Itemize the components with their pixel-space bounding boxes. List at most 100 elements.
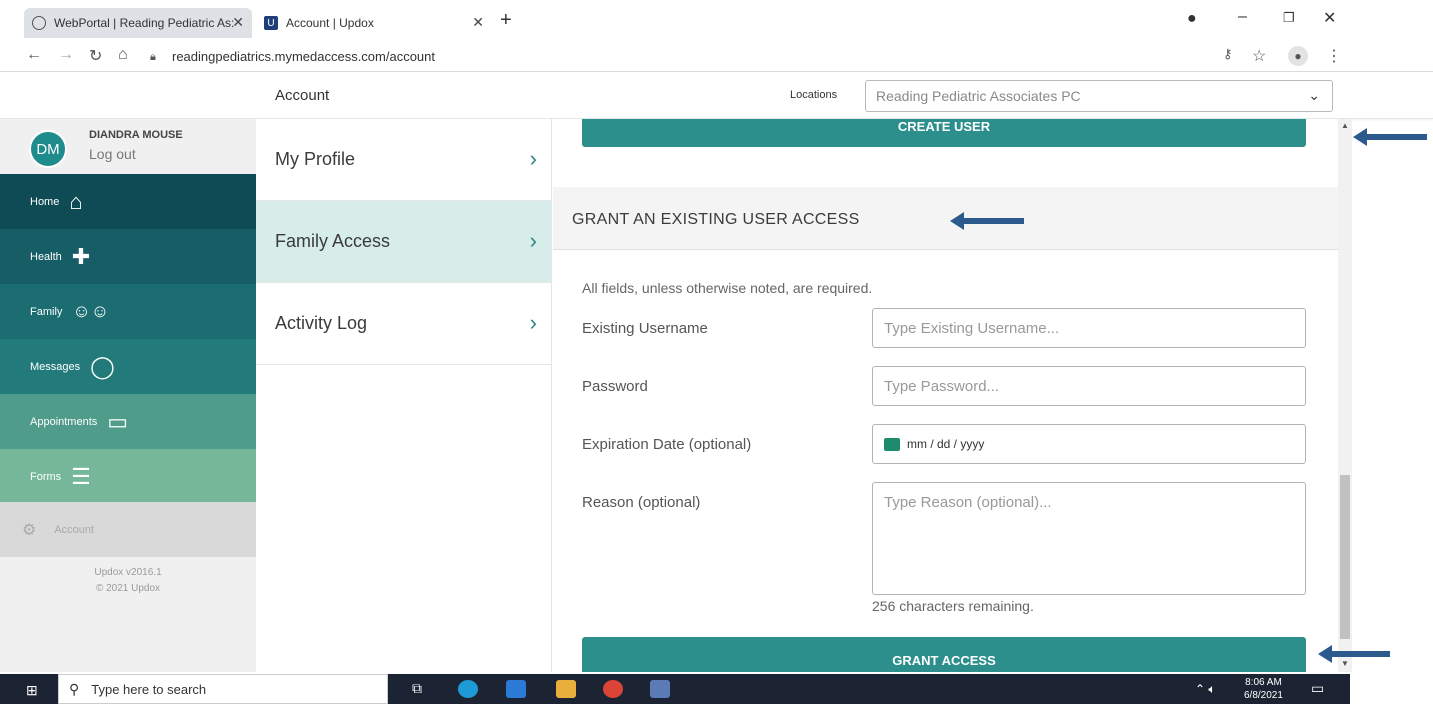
- annotation-arrow-icon: [1353, 128, 1427, 146]
- windows-taskbar: ⊞ ⚲ Type here to search ⧉ ⌃ 🔈︎ 8:06 AM 6…: [0, 674, 1350, 704]
- clock-time: 8:06 AM: [1245, 677, 1282, 688]
- username-input[interactable]: Type Existing Username...: [872, 308, 1306, 348]
- sidebar-item-appointments[interactable]: Appointments ▭: [0, 394, 256, 449]
- minimize-icon[interactable]: –: [1238, 8, 1247, 26]
- taskbar-clock[interactable]: 8:06 AM 6/8/2021: [1244, 676, 1283, 702]
- grant-access-button[interactable]: GRANT ACCESS: [582, 637, 1306, 672]
- scroll-up-icon[interactable]: ▲: [1341, 121, 1349, 130]
- remote-app-icon[interactable]: [650, 680, 670, 698]
- chevron-right-icon: ›: [529, 310, 537, 335]
- account-menu: My Profile › Family Access › Activity Lo…: [256, 119, 552, 672]
- browser-tab-webportal[interactable]: WebPortal | Reading Pediatric As: ✕: [24, 8, 252, 38]
- chevron-right-icon: ›: [529, 228, 537, 253]
- browser-toolbar: ← → ↻ ⌂ 🔒︎ readingpediatrics.mymedaccess…: [0, 40, 1433, 72]
- taskbar-search[interactable]: ⚲ Type here to search: [58, 674, 388, 704]
- search-placeholder: Type here to search: [91, 681, 207, 697]
- characters-remaining: 256 characters remaining.: [872, 598, 1034, 614]
- address-bar[interactable]: 🔒︎ readingpediatrics.mymedaccess.com/acc…: [150, 44, 1310, 68]
- bookmark-star-icon[interactable]: ☆: [1252, 46, 1266, 66]
- reason-textarea[interactable]: Type Reason (optional)...: [872, 482, 1306, 595]
- tab-label: WebPortal | Reading Pediatric As:: [54, 16, 235, 30]
- tab-label: Account | Updox: [286, 16, 374, 30]
- health-cross-icon: ✚: [71, 243, 91, 269]
- reload-icon[interactable]: ↻: [89, 46, 102, 66]
- expiration-date-input[interactable]: mm / dd / yyyy: [872, 424, 1306, 464]
- windows-start-icon[interactable]: ⊞: [26, 682, 38, 699]
- sidebar-item-home[interactable]: Home ⌂: [0, 174, 256, 229]
- annotation-arrow-icon: [950, 212, 1024, 230]
- user-box: DM DIANDRA MOUSE Log out: [0, 119, 256, 174]
- system-tray-icon[interactable]: ⌃ 🔈︎: [1195, 682, 1216, 697]
- mail-icon[interactable]: [506, 680, 526, 698]
- section-header: GRANT AN EXISTING USER ACCESS: [553, 187, 1338, 250]
- calendar-icon: ▭: [107, 408, 129, 434]
- sidebar-item-label: Forms: [30, 470, 62, 483]
- password-input[interactable]: Type Password...: [872, 366, 1306, 406]
- back-icon[interactable]: ←: [26, 46, 42, 64]
- scrollbar[interactable]: ▲ ▼: [1338, 119, 1352, 672]
- more-menu-icon[interactable]: ⋮: [1326, 46, 1342, 66]
- globe-icon: [32, 16, 46, 30]
- expiration-label: Expiration Date (optional): [582, 436, 752, 453]
- browser-tab-account[interactable]: U Account | Updox ✕: [256, 8, 492, 38]
- lock-icon: 🔒︎: [150, 51, 156, 63]
- task-view-icon[interactable]: ⧉: [412, 680, 432, 698]
- scrollbar-thumb[interactable]: [1340, 475, 1350, 639]
- password-label: Password: [582, 378, 648, 395]
- main-content: CREATE USER GRANT AN EXISTING USER ACCES…: [553, 119, 1338, 672]
- locations-label: Locations: [790, 89, 838, 101]
- message-bubble-icon: ◯: [90, 353, 115, 379]
- annotation-arrow-icon: [1318, 645, 1390, 663]
- sidebar-item-forms[interactable]: Forms ☰: [0, 449, 256, 504]
- profile-icon[interactable]: ●: [1288, 46, 1308, 66]
- scroll-down-icon[interactable]: ▼: [1341, 659, 1349, 668]
- sidebar-item-family[interactable]: Family ☺☺: [0, 284, 256, 339]
- menu-item-label: My Profile: [275, 149, 356, 169]
- close-tab-icon[interactable]: ✕: [232, 14, 244, 31]
- create-user-button[interactable]: CREATE USER: [582, 119, 1306, 147]
- chrome-icon[interactable]: [603, 680, 623, 698]
- menu-item-family-access[interactable]: Family Access ›: [256, 201, 551, 283]
- sidebar-item-label: Messages: [30, 360, 81, 373]
- menu-item-label: Activity Log: [275, 313, 368, 333]
- sidebar-item-account[interactable]: ⚙ Account: [0, 502, 270, 557]
- avatar[interactable]: DM: [29, 130, 67, 168]
- edge-icon[interactable]: [458, 680, 478, 698]
- menu-item-activity-log[interactable]: Activity Log ›: [256, 283, 551, 365]
- notification-icon[interactable]: ▭: [1311, 680, 1324, 697]
- location-select[interactable]: Reading Pediatric Associates PC ⌄: [865, 80, 1333, 112]
- username-label: Existing Username: [582, 320, 708, 337]
- sidebar-item-messages[interactable]: Messages ◯: [0, 339, 256, 394]
- forms-icon: ☰: [71, 463, 91, 489]
- restore-icon[interactable]: ❐: [1283, 10, 1295, 26]
- sidebar-item-label: Appointments: [30, 415, 98, 428]
- forward-icon[interactable]: →: [58, 46, 74, 64]
- date-placeholder: mm / dd / yyyy: [907, 437, 985, 451]
- close-tab-icon[interactable]: ✕: [472, 14, 484, 31]
- sidebar-item-health[interactable]: Health ✚: [0, 229, 256, 284]
- chevron-down-icon: ⌄: [1308, 87, 1320, 103]
- sidebar: DM DIANDRA MOUSE Log out Home ⌂ Health ✚…: [0, 119, 270, 672]
- menu-item-label: Family Access: [275, 231, 391, 251]
- reason-label: Reason (optional): [582, 494, 701, 511]
- close-window-icon[interactable]: ✕: [1323, 8, 1336, 28]
- copyright-text: © 2021 Updox: [95, 583, 161, 594]
- menu-item-my-profile[interactable]: My Profile ›: [256, 119, 551, 201]
- new-tab-button[interactable]: +: [500, 9, 512, 32]
- key-icon[interactable]: ⚷: [1223, 46, 1233, 62]
- gear-icon: ⚙: [22, 521, 37, 539]
- sidebar-item-label: Family: [30, 305, 63, 318]
- logout-link[interactable]: Log out: [89, 146, 136, 162]
- home-browser-icon[interactable]: ⌂: [118, 46, 128, 64]
- sidebar-item-label: Account: [54, 523, 95, 536]
- sidebar-item-label: Health: [30, 250, 62, 263]
- chevron-right-icon: ›: [529, 146, 537, 171]
- required-note: All fields, unless otherwise noted, are …: [582, 280, 873, 296]
- version-info: Updox v2016.1 © 2021 Updox: [0, 565, 256, 597]
- file-explorer-icon[interactable]: [556, 680, 576, 698]
- calendar-icon[interactable]: [884, 437, 900, 451]
- updox-favicon-icon: U: [264, 16, 278, 30]
- sidebar-item-label: Home: [30, 195, 60, 208]
- profile-dot-icon[interactable]: ●: [1187, 10, 1197, 28]
- clock-date: 6/8/2021: [1244, 690, 1283, 701]
